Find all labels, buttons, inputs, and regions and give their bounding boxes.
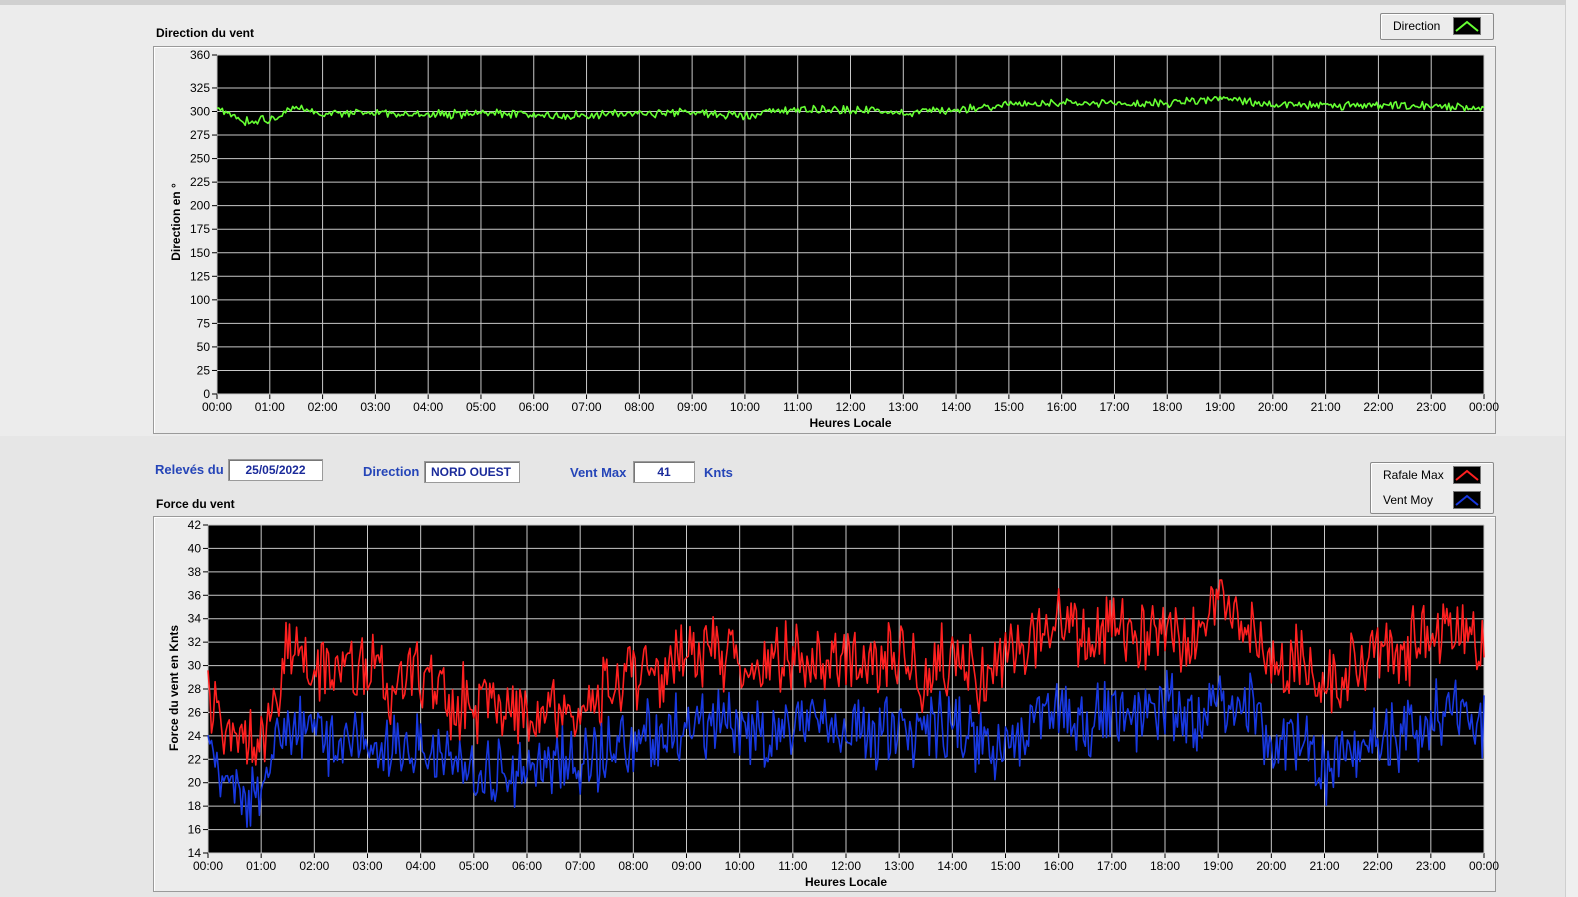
x-tick-label: 03:00	[352, 859, 382, 873]
x-tick-label: 01:00	[246, 859, 276, 873]
x-tick-label: 20:00	[1256, 859, 1286, 873]
x-tick-label: 22:00	[1363, 859, 1393, 873]
x-tick-label: 06:00	[512, 859, 542, 873]
x-tick-label: 13:00	[884, 859, 914, 873]
x-tick-label: 19:00	[1203, 859, 1233, 873]
y-tick-label: 42	[188, 518, 202, 532]
y-tick-label: 38	[188, 565, 202, 579]
x-tick-label: 09:00	[671, 859, 701, 873]
y-tick-label: 30	[188, 659, 202, 673]
force-chart: 00:00 01:00 02:00 03:00 04:00 05:00 06:00 07:00…	[167, 518, 1499, 889]
x-tick-label: 11:00	[778, 859, 807, 873]
x-tick-label: 16:00	[1044, 859, 1074, 873]
x-tick-label: 14:00	[937, 859, 967, 873]
x-tick-label: 00:00	[193, 859, 223, 873]
y-tick-label: 32	[188, 635, 202, 649]
x-tick-label: 08:00	[618, 859, 648, 873]
y-tick-label: 16	[188, 823, 202, 837]
x-tick-label: 18:00	[1150, 859, 1180, 873]
x-tick-label: 02:00	[299, 859, 329, 873]
y-tick-label: 14	[188, 846, 202, 860]
x-tick-label: 12:00	[831, 859, 861, 873]
x-tick-label: 10:00	[725, 859, 755, 873]
x-tick-label: 17:00	[1097, 859, 1127, 873]
x-tick-label: 04:00	[406, 859, 436, 873]
y-tick-label: 40	[188, 541, 202, 555]
x-tick-label: 00:00	[1469, 859, 1499, 873]
y-tick-label: 20	[188, 776, 202, 790]
y-tick-label: 26	[188, 705, 202, 719]
x-tick-label: 21:00	[1309, 859, 1339, 873]
x-axis-label: Heures Locale	[805, 875, 887, 889]
y-tick-label: 24	[188, 729, 202, 743]
y-tick-label: 36	[188, 588, 202, 602]
y-tick-label: 34	[188, 612, 202, 626]
y-tick-label: 22	[188, 752, 202, 766]
y-axis-label: Force du vent en Knts	[167, 625, 181, 751]
y-tick-label: 18	[188, 799, 202, 813]
x-tick-label: 23:00	[1416, 859, 1446, 873]
x-tick-label: 07:00	[565, 859, 595, 873]
y-tick-label: 28	[188, 682, 202, 696]
x-tick-label: 15:00	[990, 859, 1020, 873]
x-tick-label: 05:00	[459, 859, 489, 873]
